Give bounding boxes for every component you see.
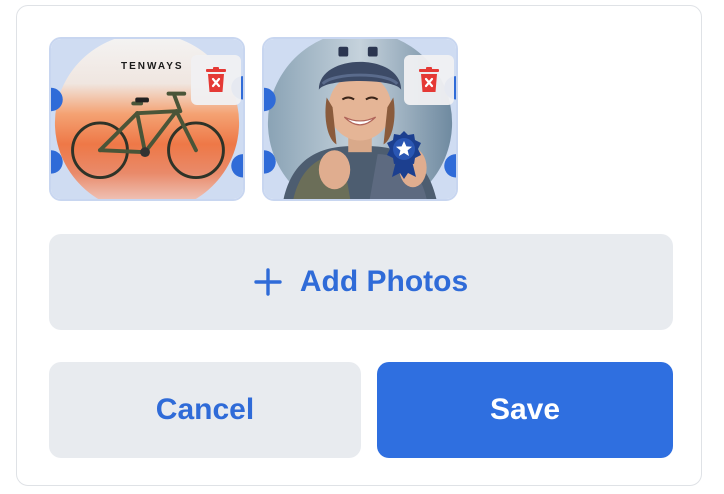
award-ribbon-star-icon <box>387 131 421 179</box>
brand-logo-text: TENWAYS <box>121 61 184 72</box>
add-photos-button[interactable]: Add Photos <box>49 234 673 330</box>
trash-x-icon <box>206 67 226 92</box>
save-button[interactable]: Save <box>377 362 673 458</box>
cancel-button[interactable]: Cancel <box>49 362 361 458</box>
photo-thumbnail-cyclist[interactable] <box>262 37 458 201</box>
photo-editor-card: TENWAYS Add Photos Cancel Save <box>16 5 702 486</box>
add-photos-label: Add Photos <box>299 265 469 298</box>
trash-x-icon <box>419 67 439 92</box>
delete-photo-button[interactable] <box>191 55 241 105</box>
photo-thumbnail-bicycle[interactable]: TENWAYS <box>49 37 245 201</box>
cancel-label: Cancel <box>155 393 255 426</box>
save-label: Save <box>489 393 561 426</box>
delete-photo-button[interactable] <box>404 55 454 105</box>
plus-icon <box>254 268 282 296</box>
